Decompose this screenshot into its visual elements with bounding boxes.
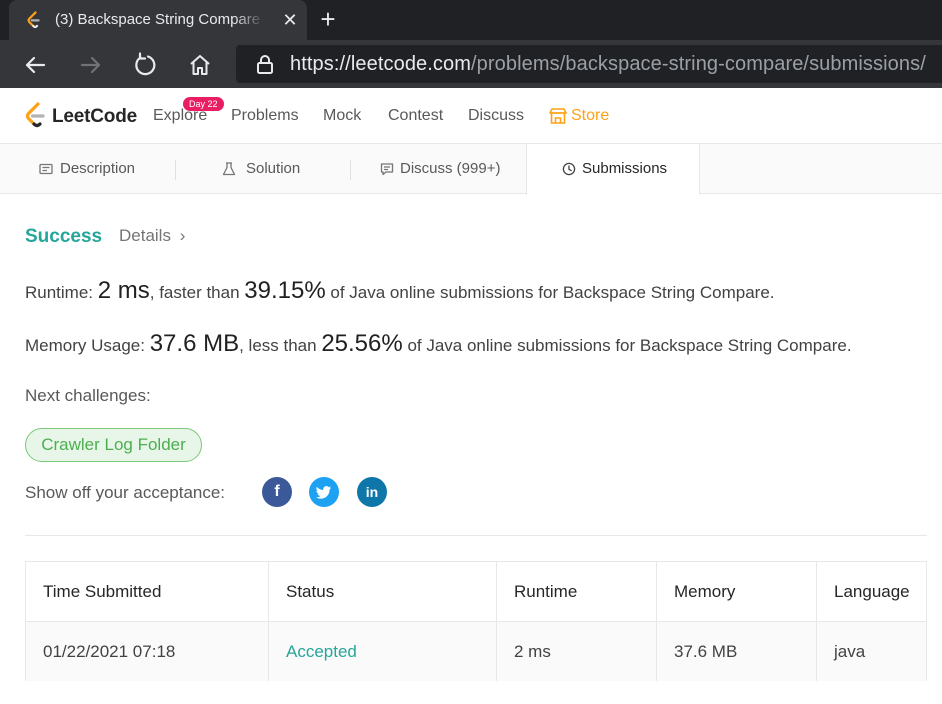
tab-submissions-label: Submissions <box>582 160 668 177</box>
twitter-icon[interactable] <box>309 477 339 507</box>
nav-discuss[interactable]: Discuss <box>468 107 524 125</box>
leetcode-favicon-icon <box>27 11 40 29</box>
nav-problems[interactable]: Problems <box>231 107 299 125</box>
header-runtime: Runtime <box>497 562 657 621</box>
browser-tab[interactable]: (3) Backspace String Compare - LeetCode … <box>9 0 307 40</box>
logo-text: LeetCode <box>52 106 137 127</box>
memory-label: Memory Usage: <box>25 336 150 355</box>
tab-close-icon[interactable]: ✕ <box>279 9 301 31</box>
url-path: /problems/backspace-string-compare/submi… <box>471 53 926 75</box>
linkedin-icon[interactable]: in <box>357 477 387 507</box>
lock-icon[interactable] <box>254 53 276 75</box>
description-icon <box>39 163 53 175</box>
tab-solution-label: Solution <box>246 160 301 177</box>
problem-tabs: Description Solution Discuss (999+) Subm… <box>0 144 942 195</box>
url-text[interactable]: https://leetcode.com/problems/backspace-… <box>290 53 926 75</box>
runtime-mid: , faster than <box>149 283 245 302</box>
leetcode-logo-icon <box>25 102 45 128</box>
details-link[interactable]: Details › <box>119 226 185 246</box>
runtime-summary: Runtime: 2 ms, faster than 39.15% of Jav… <box>25 277 775 305</box>
runtime-tail: of Java online submissions for Backspace… <box>325 283 775 302</box>
tab-solution[interactable]: Solution <box>176 144 350 194</box>
share-label: Show off your acceptance: <box>25 483 226 502</box>
divider <box>25 535 927 536</box>
table-row: 01/22/2021 07:18 Accepted 2 ms 37.6 MB j… <box>26 622 926 681</box>
tab-discuss[interactable]: Discuss (999+) <box>351 144 526 194</box>
nav-contest[interactable]: Contest <box>388 107 443 125</box>
clock-icon <box>562 162 576 176</box>
nav-explore[interactable]: Explore <box>153 107 207 125</box>
memory-summary: Memory Usage: 37.6 MB, less than 25.56% … <box>25 330 852 358</box>
next-challenges-label: Next challenges: <box>25 386 151 405</box>
cell-runtime: 2 ms <box>497 622 657 681</box>
home-icon[interactable] <box>185 50 215 80</box>
header-memory: Memory <box>657 562 817 621</box>
memory-mid: , less than <box>239 336 322 355</box>
leetcode-logo[interactable]: LeetCode <box>24 102 137 130</box>
tab-discuss-label: Discuss (999+) <box>400 160 501 177</box>
runtime-label: Runtime: <box>25 283 98 302</box>
reload-icon[interactable] <box>130 50 160 80</box>
chevron-right-icon: › <box>179 226 186 245</box>
site-header: LeetCode Day 22 Explore Problems Mock Co… <box>0 88 942 144</box>
memory-value: 37.6 MB <box>149 330 240 357</box>
header-language: Language <box>834 582 910 601</box>
memory-tail: of Java online submissions for Backspace… <box>402 336 852 355</box>
details-label: Details <box>119 226 171 245</box>
runtime-value: 2 ms <box>97 277 150 304</box>
cell-status-link[interactable]: Accepted <box>269 622 497 681</box>
forward-icon[interactable] <box>76 50 106 80</box>
flask-icon <box>222 162 236 176</box>
nav-store[interactable]: Store <box>571 107 609 125</box>
store-icon[interactable] <box>549 108 567 124</box>
browser-tab-strip: (3) Backspace String Compare - LeetCode … <box>0 0 942 40</box>
tab-submissions[interactable]: Submissions <box>526 144 700 195</box>
facebook-icon[interactable]: f <box>262 477 292 507</box>
runtime-percentile: 39.15% <box>244 277 326 304</box>
submissions-table: Time Submitted Status Runtime Memory Lan… <box>25 561 927 681</box>
table-header-row: Time Submitted Status Runtime Memory Lan… <box>26 562 926 622</box>
browser-toolbar: https://leetcode.com/problems/backspace-… <box>0 40 942 88</box>
header-time-submitted: Time Submitted <box>26 562 269 621</box>
cell-memory: 37.6 MB <box>657 622 817 681</box>
back-icon[interactable] <box>20 50 50 80</box>
discuss-icon <box>380 163 394 176</box>
result-status: Success <box>25 226 103 247</box>
tab-title: (3) Backspace String Compare - LeetCode <box>55 11 265 28</box>
memory-percentile: 25.56% <box>321 330 403 357</box>
new-tab-icon[interactable]: + <box>314 6 342 34</box>
tab-description-label: Description <box>60 160 136 177</box>
url-host: leetcode.com <box>350 53 471 75</box>
tab-description[interactable]: Description <box>0 144 175 194</box>
header-status: Status <box>269 562 497 621</box>
next-challenge-chip[interactable]: Crawler Log Folder <box>25 428 202 462</box>
cell-time-submitted: 01/22/2021 07:18 <box>26 622 269 681</box>
nav-mock[interactable]: Mock <box>323 107 361 125</box>
address-bar[interactable]: https://leetcode.com/problems/backspace-… <box>236 45 942 83</box>
url-scheme: https:// <box>290 53 351 75</box>
cell-language: java <box>834 642 866 661</box>
